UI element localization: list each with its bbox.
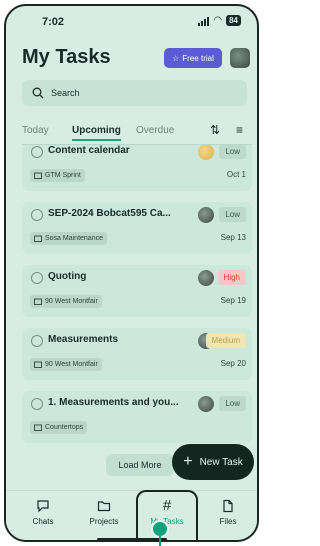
priority-badge: Medium [205, 333, 246, 348]
priority-badge: High [217, 270, 246, 285]
new-task-label: New Task [199, 456, 243, 468]
project-tag: GTM Sprint [30, 169, 85, 182]
folder-icon [34, 424, 42, 431]
home-indicator [97, 538, 167, 540]
nav-files[interactable]: Files [205, 499, 251, 526]
filter-icon[interactable]: ≡ [236, 123, 243, 137]
task-card[interactable]: 1. Measurements and you... Low Counterto… [22, 391, 252, 443]
plus-icon: + [183, 453, 193, 470]
project-name: GTM Sprint [45, 172, 81, 179]
free-trial-label: Free trial [182, 53, 214, 63]
priority-badge: Low [219, 145, 246, 159]
nav-projects[interactable]: Projects [81, 499, 127, 526]
user-avatar[interactable] [230, 48, 250, 68]
folder-icon [34, 235, 42, 242]
project-tag: Countertops [30, 421, 88, 434]
nav-label: Projects [89, 517, 119, 526]
assignee-avatar [198, 270, 214, 286]
folder-icon [34, 298, 42, 305]
task-title: Measurements [48, 334, 119, 345]
hash-icon: # [162, 497, 172, 514]
page-title: My Tasks [22, 46, 111, 68]
status-time: 7:02 [42, 16, 65, 28]
task-checkbox[interactable] [31, 146, 43, 158]
assignee-avatar [198, 396, 214, 412]
tab-overdue[interactable]: Overdue [136, 125, 174, 136]
task-card[interactable]: Measurements Medium 90 West Montfair Sep… [22, 328, 252, 380]
task-card[interactable]: Quoting High 90 West Montfair Sep 19 [22, 265, 252, 317]
search-bar[interactable]: Search [22, 80, 247, 106]
task-checkbox[interactable] [31, 335, 43, 347]
chat-icon [37, 500, 49, 513]
folder-icon [34, 172, 42, 179]
status-bar: 7:02 ◠ 84 [6, 6, 257, 32]
status-icons: ◠ 84 [198, 15, 241, 26]
due-date: Sep 13 [220, 233, 246, 242]
folder-icon [97, 501, 111, 512]
folder-icon [34, 361, 42, 368]
battery-icon: 84 [226, 15, 241, 26]
due-date: Oct 1 [226, 170, 246, 179]
task-title: 1. Measurements and you... [48, 397, 179, 408]
tab-today[interactable]: Today [22, 125, 49, 136]
nav-label: Chats [32, 517, 54, 526]
signal-icon [198, 16, 210, 26]
touch-indicator-tail [159, 536, 161, 546]
sort-icon[interactable]: ⇅ [210, 123, 220, 137]
task-checkbox[interactable] [31, 209, 43, 221]
task-checkbox[interactable] [31, 398, 43, 410]
nav-label: Files [219, 517, 237, 526]
task-card[interactable]: Content calendar Low GTM Sprint Oct 1 [22, 145, 252, 191]
priority-badge: Low [219, 207, 246, 222]
task-list: Content calendar Low GTM Sprint Oct 1 SE… [22, 145, 252, 491]
nav-chats[interactable]: Chats [20, 499, 66, 526]
bottom-nav: Chats Projects # My Tasks Files [6, 490, 257, 540]
task-title: Content calendar [48, 145, 130, 156]
project-tag: 90 West Montfair [30, 358, 102, 371]
task-card[interactable]: SEP-2024 Bobcat595 Ca... Low Sosa Mainte… [22, 202, 252, 254]
search-icon [32, 87, 44, 99]
project-name: 90 West Montfair [45, 361, 98, 368]
task-title: SEP-2024 Bobcat595 Ca... [48, 208, 171, 219]
wifi-icon: ◠ [213, 14, 223, 26]
free-trial-button[interactable]: ☆ Free trial [164, 48, 222, 68]
due-date: Sep 20 [220, 359, 246, 368]
nav-my-tasks[interactable]: # My Tasks [144, 497, 190, 526]
project-tag: 90 West Montfair [30, 295, 102, 308]
priority-badge: Low [219, 396, 246, 411]
new-task-button[interactable]: + New Task [172, 444, 254, 480]
project-name: Sosa Maintenance [45, 235, 103, 242]
project-name: 90 West Montfair [45, 298, 98, 305]
task-tabs: Today Upcoming Overdue ⇅ ≡ [22, 122, 252, 142]
assignee-avatar [198, 207, 214, 223]
search-placeholder: Search [51, 88, 80, 98]
project-tag: Sosa Maintenance [30, 232, 107, 245]
phone-frame: 7:02 ◠ 84 My Tasks ☆ Free trial Search T… [4, 4, 259, 542]
due-date: Sep 19 [220, 296, 246, 305]
task-title: Quoting [48, 271, 87, 282]
task-checkbox[interactable] [31, 272, 43, 284]
load-more-button[interactable]: Load More [106, 454, 174, 476]
tab-upcoming[interactable]: Upcoming [72, 125, 121, 141]
star-icon: ☆ [172, 53, 180, 63]
project-name: Countertops [45, 424, 84, 431]
assignee-avatar [198, 145, 214, 160]
file-icon [223, 499, 233, 513]
